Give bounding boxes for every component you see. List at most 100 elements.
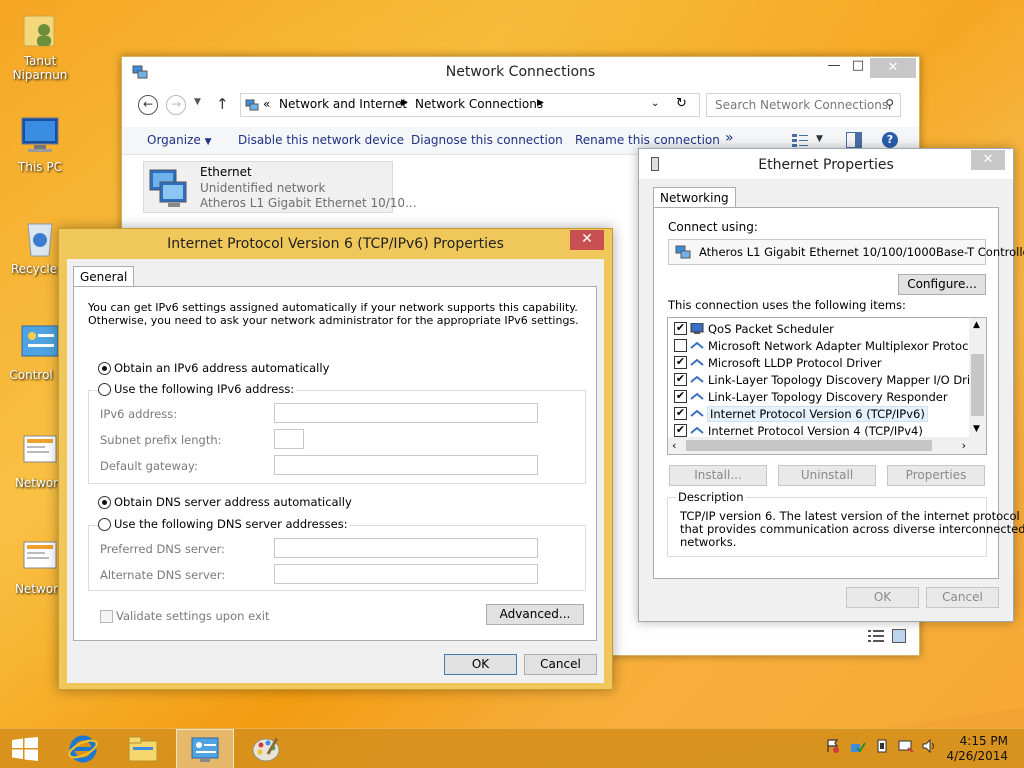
- adapter-name-value: Atheros L1 Gigabit Ethernet 10/100/1000B…: [699, 245, 1024, 259]
- list-item[interactable]: ✔ Link-Layer Topology Discovery Responde…: [668, 388, 968, 405]
- use-following-ipv6-label[interactable]: Use the following IPv6 address:: [112, 382, 297, 396]
- view-options-icon[interactable]: [792, 133, 808, 147]
- security-icon[interactable]: [850, 739, 866, 757]
- desktop-icon-user-folder[interactable]: Tanut Niparnun: [0, 8, 80, 82]
- use-following-ipv6-radio[interactable]: [98, 383, 111, 396]
- help-icon[interactable]: ?: [882, 132, 898, 148]
- item-checkbox[interactable]: ✔: [674, 373, 687, 386]
- breadcrumb-separator-icon[interactable]: ▶: [401, 98, 408, 108]
- use-following-dns-label[interactable]: Use the following DNS server addresses:: [112, 517, 350, 531]
- up-arrow-icon[interactable]: ↑: [216, 95, 229, 113]
- forward-icon[interactable]: →: [166, 95, 186, 115]
- organize-menu[interactable]: Organize ▼: [147, 133, 212, 147]
- item-checkbox[interactable]: ✔: [674, 407, 687, 420]
- obtain-dns-auto-radio[interactable]: [98, 496, 111, 509]
- ok-button[interactable]: OK: [846, 587, 919, 608]
- taskbar-file-explorer[interactable]: [114, 729, 172, 768]
- list-item[interactable]: ✔ Microsoft LLDP Protocol Driver: [668, 354, 968, 371]
- back-icon[interactable]: ←: [138, 95, 158, 115]
- maximize-button[interactable]: □: [844, 57, 872, 77]
- protocol-icon: [690, 357, 704, 368]
- validate-label[interactable]: Validate settings upon exit: [116, 609, 269, 623]
- network-status-icon[interactable]: [898, 739, 914, 757]
- ok-button[interactable]: OK: [444, 654, 517, 675]
- power-icon[interactable]: [874, 739, 890, 757]
- alternate-dns-field[interactable]: [274, 564, 538, 584]
- configure-button[interactable]: Configure...: [898, 274, 986, 295]
- item-checkbox[interactable]: ✔: [674, 322, 687, 335]
- breadcrumb-separator-icon[interactable]: ▶: [537, 98, 544, 108]
- rename-button[interactable]: Rename this connection: [575, 133, 720, 147]
- cancel-button[interactable]: Cancel: [926, 587, 999, 608]
- ipv6-address-field[interactable]: [274, 403, 538, 423]
- validate-checkbox[interactable]: [100, 610, 113, 623]
- ethernet-adapter-item[interactable]: Ethernet Unidentified network Atheros L1…: [143, 161, 417, 213]
- obtain-dns-auto-label[interactable]: Obtain DNS server address automatically: [114, 495, 352, 509]
- taskbar-internet-explorer[interactable]: [54, 729, 112, 768]
- volume-icon[interactable]: [922, 738, 938, 757]
- scroll-thumb[interactable]: [686, 440, 932, 451]
- preferred-dns-field[interactable]: [274, 538, 538, 558]
- scroll-thumb[interactable]: [971, 354, 984, 416]
- scroll-right-icon[interactable]: ›: [962, 439, 966, 452]
- more-commands-button[interactable]: »: [725, 130, 734, 146]
- search-input[interactable]: Search Network Connections ⚲: [706, 93, 901, 117]
- close-button[interactable]: ✕: [971, 150, 1005, 170]
- diagnose-button[interactable]: Diagnose this connection: [411, 133, 563, 147]
- obtain-ipv6-auto-label[interactable]: Obtain an IPv6 address automatically: [114, 361, 329, 375]
- scroll-left-icon[interactable]: ‹: [672, 439, 676, 452]
- subnet-prefix-label: Subnet prefix length:: [100, 433, 222, 447]
- dialog-title: Internet Protocol Version 6 (TCP/IPv6) P…: [167, 236, 504, 252]
- desktop-icon-label: Tanut: [23, 54, 57, 68]
- default-gateway-label: Default gateway:: [100, 459, 198, 473]
- advanced-button[interactable]: Advanced...: [486, 604, 584, 625]
- list-item[interactable]: Microsoft Network Adapter Multiplexor Pr…: [668, 337, 979, 354]
- item-checkbox[interactable]: ✔: [674, 424, 687, 437]
- large-icons-view-icon[interactable]: [892, 629, 906, 643]
- properties-button[interactable]: Properties: [887, 465, 985, 486]
- clock-time: 4:15 PM: [959, 734, 1008, 748]
- use-following-dns-radio[interactable]: [98, 518, 111, 531]
- qos-scheduler-icon: [690, 322, 704, 334]
- breadcrumb-item[interactable]: Network Connections: [415, 97, 543, 111]
- components-list[interactable]: ✔ QoS Packet Scheduler Microsoft Network…: [667, 317, 987, 455]
- action-center-icon[interactable]: [826, 739, 840, 757]
- scroll-up-icon[interactable]: ▲: [973, 320, 980, 330]
- taskbar-paint[interactable]: [238, 729, 296, 768]
- subnet-prefix-field[interactable]: [274, 429, 304, 449]
- item-checkbox[interactable]: [674, 339, 687, 352]
- clock[interactable]: 4:15 PM 4/26/2014: [946, 734, 1008, 764]
- list-item[interactable]: ✔ Link-Layer Topology Discovery Mapper I…: [668, 371, 986, 388]
- install-button[interactable]: Install...: [669, 465, 767, 486]
- uninstall-button[interactable]: Uninstall: [778, 465, 876, 486]
- preview-pane-icon[interactable]: [846, 132, 862, 148]
- tab-networking[interactable]: Networking: [653, 187, 736, 208]
- breadcrumb-overflow[interactable]: «: [263, 97, 270, 111]
- preferred-dns-label: Preferred DNS server:: [100, 542, 225, 556]
- default-gateway-field[interactable]: [274, 455, 538, 475]
- search-icon[interactable]: ⚲: [885, 97, 894, 111]
- vertical-scrollbar[interactable]: ▲ ▼: [969, 318, 986, 439]
- cancel-button[interactable]: Cancel: [524, 654, 597, 675]
- desktop-icon-this-pc[interactable]: This PC: [0, 114, 80, 174]
- details-view-icon[interactable]: [868, 629, 884, 643]
- disable-device-button[interactable]: Disable this network device: [238, 133, 404, 147]
- breadcrumb-item[interactable]: Network and Internet: [279, 97, 407, 111]
- close-button[interactable]: ✕: [570, 230, 604, 250]
- item-checkbox[interactable]: ✔: [674, 390, 687, 403]
- item-checkbox[interactable]: ✔: [674, 356, 687, 369]
- tab-general[interactable]: General: [73, 266, 135, 287]
- list-item[interactable]: ✔ QoS Packet Scheduler: [668, 320, 968, 337]
- scroll-down-icon[interactable]: ▼: [973, 424, 980, 434]
- start-button[interactable]: [0, 729, 58, 768]
- refresh-icon[interactable]: ↻: [676, 96, 687, 111]
- taskbar-network-connections[interactable]: [176, 729, 234, 768]
- chevron-down-icon[interactable]: ▼: [816, 134, 823, 144]
- recent-locations-icon[interactable]: ▼: [194, 97, 201, 107]
- address-bar[interactable]: « Network and Internet ▶ Network Connect…: [240, 93, 700, 117]
- close-button[interactable]: ✕: [870, 58, 916, 78]
- obtain-ipv6-auto-radio[interactable]: [98, 362, 111, 375]
- list-item-selected[interactable]: ✔ Internet Protocol Version 6 (TCP/IPv6): [668, 405, 968, 422]
- horizontal-scrollbar[interactable]: ‹ ›: [668, 437, 986, 454]
- address-dropdown-icon[interactable]: ⌄: [651, 98, 659, 109]
